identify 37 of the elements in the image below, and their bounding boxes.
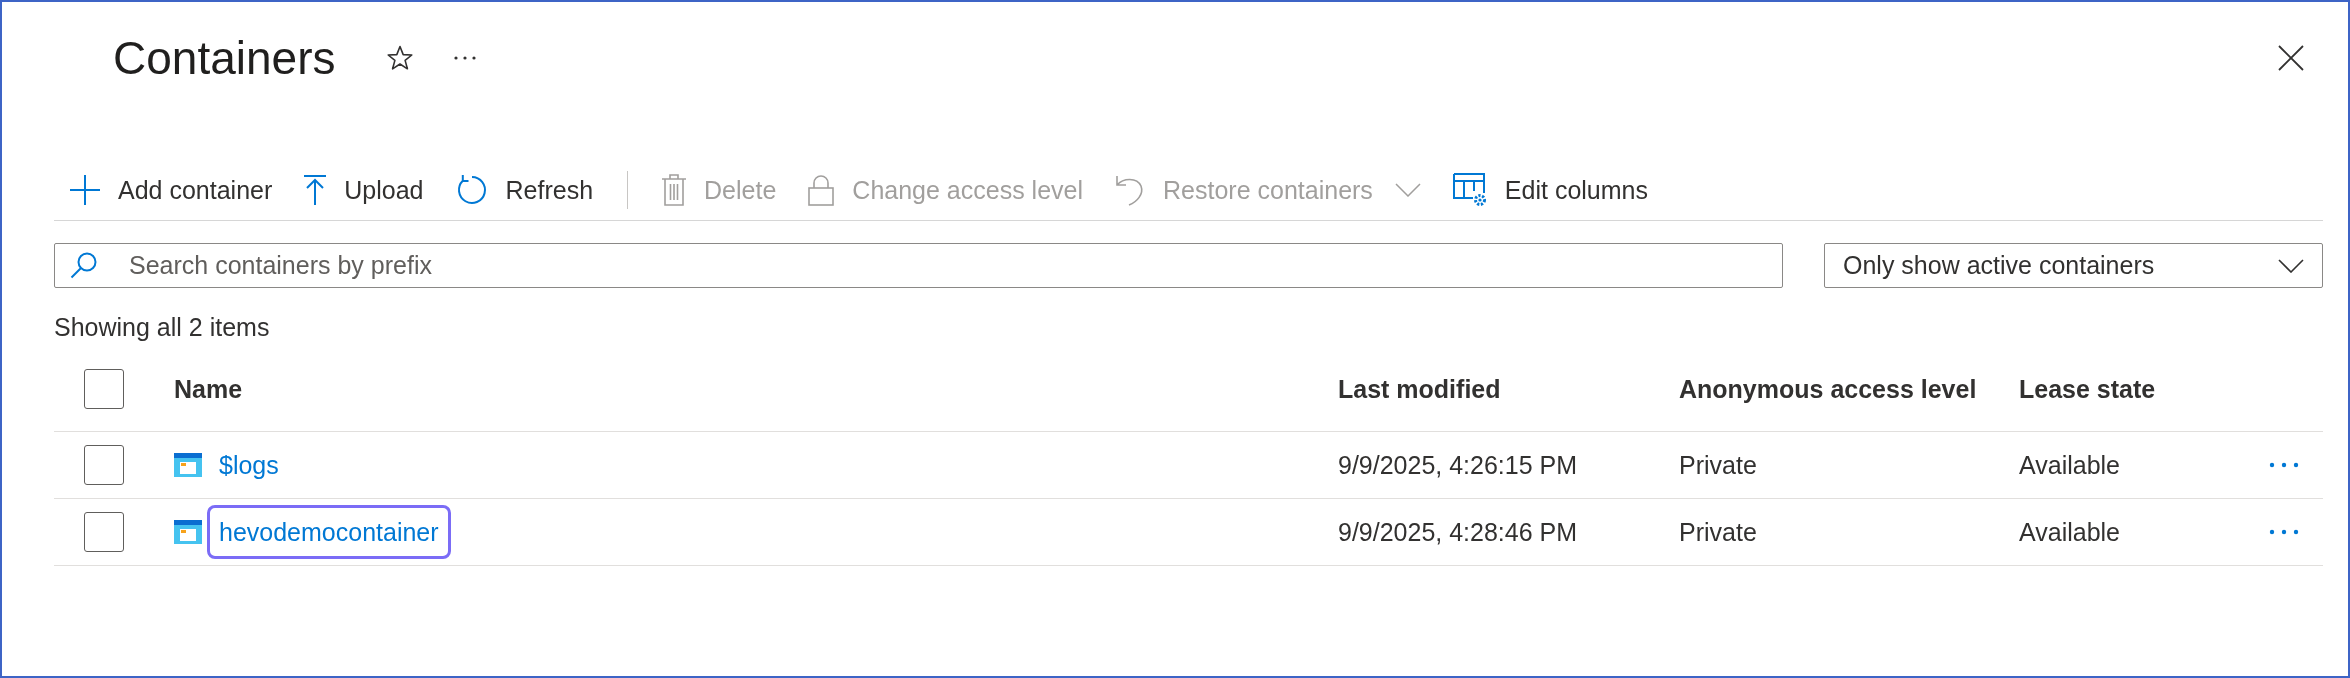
table-cell: Private (1679, 450, 1757, 480)
container-icon (174, 520, 202, 544)
table-cell: Available (2019, 517, 2120, 547)
toolbar-button[interactable]: Upload (288, 166, 440, 214)
close-icon[interactable] (2278, 45, 2304, 71)
plus-icon (70, 175, 100, 205)
row-checkbox[interactable] (84, 445, 124, 485)
search-field[interactable]: Search containers by prefix (54, 243, 1783, 288)
table-cell: 9/9/2025, 4:28:46 PM (1338, 517, 1578, 547)
page-title: Containers (113, 31, 336, 86)
column-header[interactable]: Name (174, 374, 243, 404)
table-cell: Private (1679, 517, 1757, 547)
item-count-text: Showing all 2 items (54, 312, 270, 343)
table-cell: Available (2019, 450, 2120, 480)
row-checkbox[interactable] (84, 512, 124, 552)
chevron-down-icon (2278, 258, 2304, 273)
container-icon (174, 453, 202, 477)
toolbar-button[interactable]: Edit columns (1436, 166, 1664, 214)
search-icon (70, 251, 98, 279)
column-header[interactable]: Anonymous access level (1679, 374, 1977, 404)
select-all-checkbox[interactable] (84, 369, 124, 409)
table-gear-icon (1452, 173, 1487, 207)
column-header[interactable]: Last modified (1338, 374, 1501, 404)
toolbar-button[interactable]: Add container (54, 166, 289, 214)
column-header[interactable]: Lease state (2019, 374, 2156, 404)
refresh-icon (455, 174, 488, 206)
container-link[interactable]: hevodemocontainer (207, 505, 451, 559)
more-icon[interactable] (453, 55, 478, 61)
lock-icon (808, 174, 835, 206)
table-cell: 9/9/2025, 4:26:15 PM (1338, 450, 1578, 480)
star-icon[interactable] (387, 45, 414, 71)
chevron-down-icon (1394, 183, 1421, 197)
container-link[interactable]: $logs (219, 450, 279, 480)
filter-dropdown[interactable]: Only show active containers (1824, 243, 2323, 288)
trash-icon (662, 174, 687, 206)
upload-icon (304, 175, 327, 205)
toolbar-button[interactable]: Refresh (439, 166, 610, 214)
